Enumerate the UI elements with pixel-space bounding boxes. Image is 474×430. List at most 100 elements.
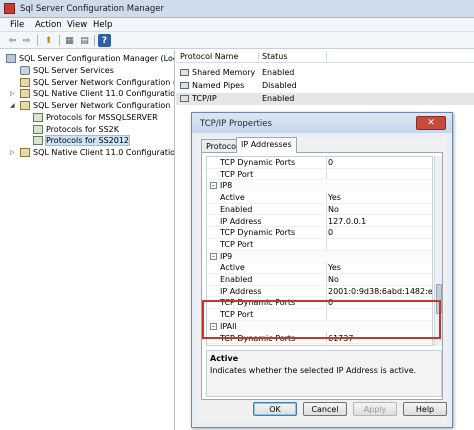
scrollbar-thumb[interactable] bbox=[436, 284, 442, 314]
list-row-tcpip[interactable]: TCP/IP Enabled bbox=[176, 93, 474, 105]
export-icon[interactable]: ▤ bbox=[78, 34, 91, 47]
menu-view[interactable]: View bbox=[67, 20, 87, 30]
property-value: 61737 bbox=[328, 333, 354, 343]
column-header-protocol-name[interactable]: Protocol Name bbox=[180, 52, 238, 61]
property-key: IP Address bbox=[220, 286, 262, 296]
toolbar-separator bbox=[94, 35, 95, 46]
column-separator bbox=[326, 51, 327, 62]
tree-item-label: SQL Server Network Configuration (32bit bbox=[33, 78, 174, 87]
description-title: Active bbox=[210, 354, 239, 363]
tree-item-native-client-32bit[interactable]: SQL Native Client 11.0 Configuration (32… bbox=[20, 88, 174, 99]
property-row[interactable]: TCP Port bbox=[207, 169, 432, 181]
property-key: TCP Dynamic Ports bbox=[220, 228, 296, 238]
group-name: IP9 bbox=[220, 251, 233, 261]
property-row[interactable]: IP Address 2001:0:9d38:6abd:1482:e5c:3f5… bbox=[207, 286, 432, 298]
property-row[interactable]: TCP Port bbox=[207, 239, 432, 251]
column-separator bbox=[258, 51, 259, 62]
group-name: IP8 bbox=[220, 181, 233, 191]
property-row[interactable]: TCP Dynamic Ports 0 bbox=[207, 157, 432, 169]
protocol-name: Shared Memory bbox=[192, 68, 256, 77]
dialog-body: Protocol IP Addresses TCP Dynamic Ports … bbox=[197, 137, 447, 423]
property-row[interactable]: TCP Dynamic Ports 0 bbox=[207, 227, 432, 239]
tree-item-label: SQL Native Client 11.0 Configuration bbox=[33, 148, 175, 157]
client-icon bbox=[20, 89, 30, 98]
menu-action[interactable]: Action bbox=[35, 20, 62, 30]
help-button[interactable]: Help bbox=[403, 402, 447, 416]
toolbar: ⇦ ⇨ ⬆ ▦ ▤ ? bbox=[0, 32, 474, 49]
vertical-scrollbar[interactable] bbox=[434, 156, 442, 346]
property-row[interactable]: TCP Port bbox=[207, 344, 432, 346]
protocol-name: TCP/IP bbox=[192, 94, 217, 103]
menu-file[interactable]: File bbox=[10, 20, 24, 30]
cancel-button[interactable]: Cancel bbox=[303, 402, 347, 416]
property-key: Active bbox=[220, 193, 245, 203]
description-text: Indicates whether the selected IP Addres… bbox=[210, 366, 417, 375]
tree-item-protocols-mssqlserver[interactable]: Protocols for MSSQLSERVER bbox=[33, 112, 158, 123]
tree-view: SQL Server Configuration Manager (Local)… bbox=[0, 50, 175, 430]
protocol-status: Disabled bbox=[262, 81, 297, 90]
protocol-status: Enabled bbox=[262, 68, 295, 77]
collapse-icon[interactable]: – bbox=[210, 182, 217, 190]
ok-button[interactable]: OK bbox=[253, 402, 297, 416]
protocol-icon bbox=[33, 113, 43, 122]
list-header: Protocol Name Status bbox=[176, 50, 474, 63]
collapse-icon[interactable]: – bbox=[210, 322, 217, 330]
property-row[interactable]: Enabled No bbox=[207, 204, 432, 216]
group-name: IPAll bbox=[220, 321, 237, 331]
help-icon[interactable]: ? bbox=[98, 34, 111, 47]
up-folder-icon[interactable]: ⬆ bbox=[42, 34, 55, 47]
property-row[interactable]: IP Address 127.0.0.1 bbox=[207, 216, 432, 228]
property-key: Active bbox=[220, 263, 245, 273]
list-row-shared-memory[interactable]: Shared Memory Enabled bbox=[176, 67, 474, 79]
forward-arrow-icon[interactable]: ⇨ bbox=[20, 34, 33, 47]
close-icon[interactable]: ✕ bbox=[416, 116, 446, 130]
client-icon bbox=[20, 148, 30, 157]
expand-arrow-icon[interactable]: ▷ bbox=[10, 90, 15, 97]
property-row[interactable]: TCP Port bbox=[207, 309, 432, 321]
property-key: TCP Port bbox=[220, 310, 254, 320]
tree-root[interactable]: SQL Server Configuration Manager (Local) bbox=[6, 53, 174, 64]
property-key: Enabled bbox=[220, 204, 253, 214]
property-row[interactable]: Active Yes bbox=[207, 262, 432, 274]
group-header-ip9[interactable]: – IP9 bbox=[207, 250, 432, 263]
group-header-ipall[interactable]: – IPAll bbox=[207, 320, 432, 333]
window-title: Sql Server Configuration Manager bbox=[20, 4, 165, 14]
menu-help[interactable]: Help bbox=[93, 20, 112, 30]
tree-item-network-config[interactable]: SQL Server Network Configuration bbox=[20, 100, 170, 111]
properties-icon[interactable]: ▦ bbox=[63, 34, 76, 47]
computer-icon bbox=[6, 54, 16, 63]
column-header-status[interactable]: Status bbox=[262, 52, 288, 61]
property-row[interactable]: TCP Dynamic Ports 0 bbox=[207, 297, 432, 310]
network-icon bbox=[20, 78, 30, 87]
apply-button[interactable]: Apply bbox=[353, 402, 397, 416]
group-header-ip8[interactable]: – IP8 bbox=[207, 180, 432, 193]
property-row[interactable]: Enabled No bbox=[207, 274, 432, 286]
property-key: TCP Port bbox=[220, 345, 253, 346]
property-row-ipall-dynamic-ports[interactable]: TCP Dynamic Ports 61737 bbox=[207, 333, 432, 345]
property-value: Yes bbox=[328, 263, 341, 273]
tree-item-protocols-ss2012[interactable]: Protocols for SS2012 bbox=[33, 135, 131, 146]
property-value: 0 bbox=[328, 228, 334, 238]
protocol-icon bbox=[180, 95, 189, 102]
property-key: TCP Port bbox=[220, 239, 254, 249]
expand-arrow-icon[interactable]: ▷ bbox=[10, 149, 15, 156]
dialog-title-bar: TCP/IP Properties ✕ bbox=[192, 113, 452, 133]
tree-item-network-config-32bit[interactable]: SQL Server Network Configuration (32bit bbox=[20, 77, 174, 88]
property-key: TCP Dynamic Ports bbox=[220, 333, 296, 343]
description-panel: Active Indicates whether the selected IP… bbox=[206, 350, 442, 397]
tab-ip-addresses[interactable]: IP Addresses bbox=[236, 137, 297, 153]
collapse-arrow-icon[interactable]: ◢ bbox=[10, 102, 15, 109]
ip-addresses-panel: TCP Dynamic Ports 0 TCP Port – IP8 Activ… bbox=[201, 152, 443, 400]
property-row[interactable]: Active Yes bbox=[207, 192, 432, 204]
tree-item-sql-server-services[interactable]: SQL Server Services bbox=[20, 65, 114, 76]
tree-item-label: Protocols for MSSQLSERVER bbox=[46, 113, 158, 122]
list-row-named-pipes[interactable]: Named Pipes Disabled bbox=[176, 80, 474, 92]
protocol-name: Named Pipes bbox=[192, 81, 245, 90]
menu-bar: File Action View Help bbox=[0, 18, 474, 32]
tree-item-native-client[interactable]: SQL Native Client 11.0 Configuration bbox=[20, 147, 175, 158]
collapse-icon[interactable]: – bbox=[210, 252, 217, 260]
back-arrow-icon[interactable]: ⇦ bbox=[6, 34, 19, 47]
app-icon bbox=[4, 3, 15, 14]
tree-item-protocols-ss2k[interactable]: Protocols for SS2K bbox=[33, 124, 119, 135]
toolbar-separator bbox=[37, 35, 38, 46]
